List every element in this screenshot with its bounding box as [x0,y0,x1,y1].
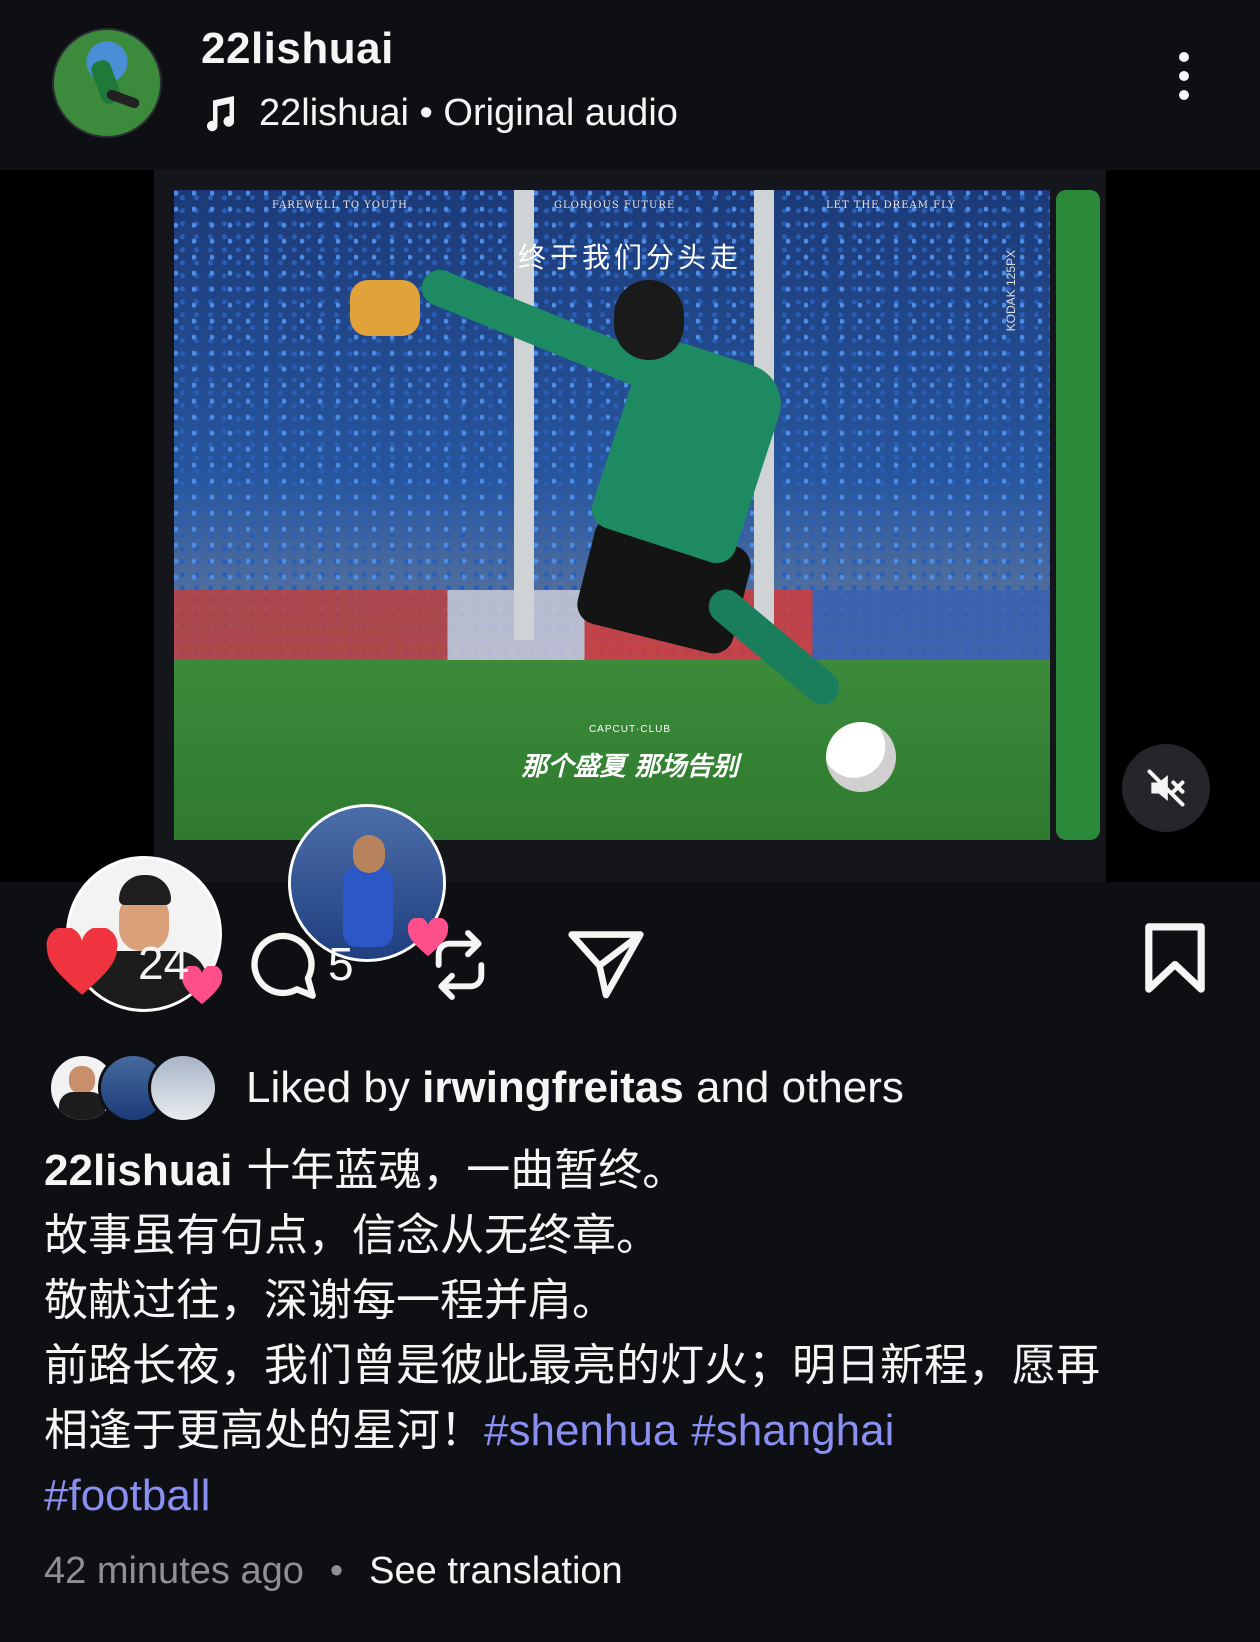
poster-side-text: KODAK 125PX [1004,250,1018,332]
see-translation-link[interactable]: See translation [369,1550,623,1593]
poster-text-center: GLORIOUS FUTURE [554,200,676,211]
music-note-icon [207,95,234,131]
heart-icon [46,928,118,995]
caption-line: 十年蓝魂，一曲暂终。 [246,1145,687,1196]
poster-subtitle: 那个盛夏 那场告别 [521,752,739,782]
meta-separator: • [329,1550,344,1592]
share-button[interactable] [566,928,646,1000]
bookmark-icon [1145,923,1205,993]
caption-username[interactable]: 22lishuai [44,1146,232,1195]
hashtag-link[interactable]: #shenhua [484,1406,677,1455]
liked-by-suffix[interactable]: and others [696,1063,904,1112]
audio-attribution[interactable]: 22lishuai • Original audio [201,92,678,135]
author-avatar[interactable] [52,28,162,138]
poster-text-left: FAREWELL TO YOUTH [272,200,408,211]
like-count: 24 [138,937,190,989]
audio-label: 22lishuai • Original audio [259,92,678,134]
caption-line: 敬献过往，深谢每一程并肩。 [44,1275,616,1326]
mute-button[interactable] [1122,744,1210,832]
post-header: 22lishuai 22lishuai • Original audio [0,0,1260,170]
comment-bubble-icon [251,932,316,999]
like-button[interactable]: 24 [42,928,189,998]
poster-brand: CAPCUT·CLUB [588,724,672,735]
author-username[interactable]: 22lishuai [201,24,394,74]
repost-button[interactable] [428,926,492,1004]
liker-avatar [148,1053,218,1123]
hashtag-link[interactable]: #shanghai [691,1406,894,1455]
send-icon [568,931,644,999]
timestamp: 42 minutes ago [44,1550,304,1592]
poster-image: FAREWELL TO YOUTH GLORIOUS FUTURE LET TH… [154,170,1106,882]
post-media[interactable]: FAREWELL TO YOUTH GLORIOUS FUTURE LET TH… [0,170,1260,1012]
caption-line: 故事虽有句点，信念从无终章。 [44,1210,660,1261]
action-bar: 24 5 [0,900,1260,1020]
hashtag-link[interactable]: #football [44,1471,210,1520]
poster-text-right: LET THE DREAM FLY [826,200,956,211]
repost-icon [435,930,485,1000]
speaker-muted-icon [1147,769,1185,807]
caption-line: 前路长夜，我们曾是彼此最亮的灯火；明日新程，愿再 [44,1340,1100,1391]
comment-count: 5 [328,938,354,990]
liked-by-prefix: Liked by [246,1063,410,1112]
comment-button[interactable]: 5 [242,926,354,1002]
liked-by-row[interactable]: Liked by irwingfreitas and others [48,1048,904,1128]
save-button[interactable] [1142,922,1208,994]
post-meta: 42 minutes ago • See translation [44,1550,623,1593]
caption-line: 相逢于更高处的星河！ [44,1405,484,1456]
post-caption: 22lishuai 十年蓝魂，一曲暂终。 故事虽有句点，信念从无终章。 敬献过往… [44,1138,1224,1528]
liked-by-text: Liked by irwingfreitas and others [246,1063,904,1113]
more-options-icon[interactable] [1172,52,1196,112]
liked-by-user[interactable]: irwingfreitas [422,1063,684,1112]
poster-title: 终于我们分头走 [517,241,742,274]
